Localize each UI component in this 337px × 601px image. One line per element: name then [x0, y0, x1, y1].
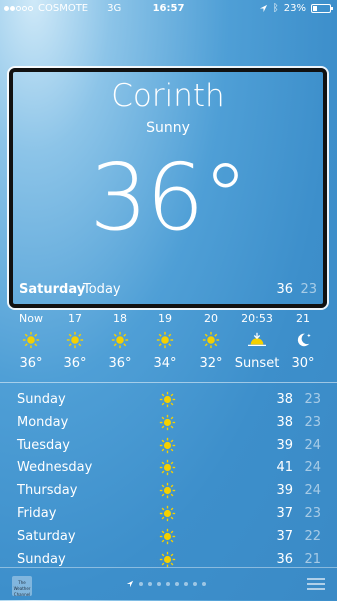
- sun-icon: [52, 326, 98, 354]
- sunset-icon: [234, 326, 280, 354]
- day-name: Thursday: [17, 483, 78, 499]
- hour-temperature: 36°: [63, 356, 87, 371]
- bottom-toolbar: The Weather Channel: [0, 567, 337, 601]
- today-high: 36: [276, 282, 293, 297]
- sun-icon: [97, 326, 143, 354]
- sun-icon: [142, 326, 188, 354]
- day-high: 39: [276, 437, 293, 453]
- sun-icon: [159, 528, 176, 545]
- day-low: 23: [304, 414, 321, 430]
- hour-temperature: 36°: [19, 356, 43, 371]
- day-low: 24: [304, 483, 321, 499]
- daily-row: Sunday 38 23: [0, 389, 337, 412]
- page-dot[interactable]: [148, 582, 152, 586]
- day-low: 24: [304, 437, 321, 453]
- day-low: 23: [304, 392, 321, 407]
- today-low: 23: [300, 282, 317, 297]
- hourly-item: 21 ✦ 30°: [280, 312, 326, 371]
- sun-icon: [159, 437, 176, 454]
- day-name: Sunday: [17, 392, 66, 407]
- daily-row: Saturday 37 22: [0, 526, 337, 549]
- day-high: 37: [276, 505, 293, 521]
- current-temperature: 36°: [89, 144, 248, 251]
- day-name: Sunday: [17, 551, 66, 567]
- page-dot[interactable]: [139, 582, 143, 586]
- location-arrow-icon: [259, 4, 267, 13]
- page-dot[interactable]: [193, 582, 197, 586]
- sun-icon: [159, 482, 176, 499]
- sun-icon: [188, 326, 234, 354]
- daily-row: Thursday 39 24: [0, 480, 337, 503]
- hour-label: 17: [68, 312, 82, 325]
- hour-temperature: 30°: [291, 356, 315, 371]
- day-name: Tuesday: [17, 437, 70, 453]
- hourly-forecast[interactable]: Now 36° 17 36° 18 36° 19 34° 20 32° 20:53 Sun…: [0, 312, 337, 382]
- hour-temperature: 34°: [153, 356, 177, 371]
- hourly-item: Now 36°: [8, 312, 54, 371]
- day-low: 21: [304, 551, 321, 567]
- hour-label: 21: [296, 312, 310, 325]
- daily-forecast[interactable]: Sunday 38 23 Monday 38 23 Tuesday 39 24 Wed…: [0, 389, 337, 571]
- battery-percent: 23%: [283, 3, 306, 14]
- daily-row: Friday 37 23: [0, 503, 337, 526]
- page-dot[interactable]: [202, 582, 206, 586]
- page-indicator[interactable]: [126, 580, 206, 588]
- hourly-item: 18 36°: [97, 312, 143, 371]
- sun-icon: [159, 391, 176, 408]
- moon-icon: ✦: [280, 326, 326, 354]
- hourly-item: 19 34°: [142, 312, 188, 371]
- day-name: Wednesday: [17, 460, 93, 476]
- bluetooth-icon: ᛒ: [272, 3, 279, 14]
- day-high: 39: [276, 483, 293, 499]
- day-name: Friday: [17, 505, 57, 521]
- weather-channel-logo[interactable]: The Weather Channel: [12, 576, 32, 597]
- page-dot[interactable]: [184, 582, 188, 586]
- hour-label: 18: [113, 312, 127, 325]
- sun-icon: [159, 414, 176, 431]
- hour-label: 20: [204, 312, 218, 325]
- day-high: 37: [276, 528, 293, 544]
- divider: [0, 382, 337, 383]
- hour-temperature: 32°: [199, 356, 223, 371]
- day-name: Monday: [17, 414, 69, 430]
- hourly-item: 17 36°: [52, 312, 98, 371]
- day-high: 41: [276, 460, 293, 476]
- hour-label: 19: [158, 312, 172, 325]
- city-list-icon[interactable]: [307, 578, 325, 590]
- day-low: 23: [304, 505, 321, 521]
- hourly-item: 20:53 Sunset: [234, 312, 280, 371]
- daily-row: Wednesday 41 24: [0, 457, 337, 480]
- page-dot[interactable]: [175, 582, 179, 586]
- current-weather-panel: Corinth Sunny 36° Saturday Today 36 23: [9, 68, 327, 308]
- day-low: 24: [304, 460, 321, 476]
- condition-label: Sunny: [146, 120, 190, 136]
- sun-icon: [159, 505, 176, 522]
- sun-icon: [8, 326, 54, 354]
- day-high: 36: [276, 551, 293, 567]
- page-dot[interactable]: [166, 582, 170, 586]
- day-low: 22: [304, 528, 321, 544]
- hour-temperature: 36°: [108, 356, 132, 371]
- sun-icon: [159, 459, 176, 476]
- svg-text:✦: ✦: [307, 333, 312, 339]
- hour-temperature: Sunset: [234, 356, 280, 371]
- city-name: Corinth: [111, 78, 225, 114]
- day-high: 38: [276, 392, 293, 407]
- hour-label: Now: [19, 312, 43, 325]
- daily-row: Tuesday 39 24: [0, 435, 337, 458]
- today-label: Today: [83, 282, 121, 297]
- day-name: Saturday: [17, 528, 76, 544]
- current-day: Saturday: [19, 282, 86, 297]
- day-high: 38: [276, 414, 293, 430]
- hourly-item: 20 32°: [188, 312, 234, 371]
- page-dot[interactable]: [157, 582, 161, 586]
- status-bar: COSMOTE 3G 16:57 ᛒ 23%: [0, 0, 337, 18]
- hour-label: 20:53: [241, 312, 273, 325]
- daily-row: Monday 38 23: [0, 412, 337, 435]
- sun-icon: [159, 551, 176, 568]
- location-arrow-icon: [126, 580, 134, 588]
- battery-icon: [311, 4, 333, 13]
